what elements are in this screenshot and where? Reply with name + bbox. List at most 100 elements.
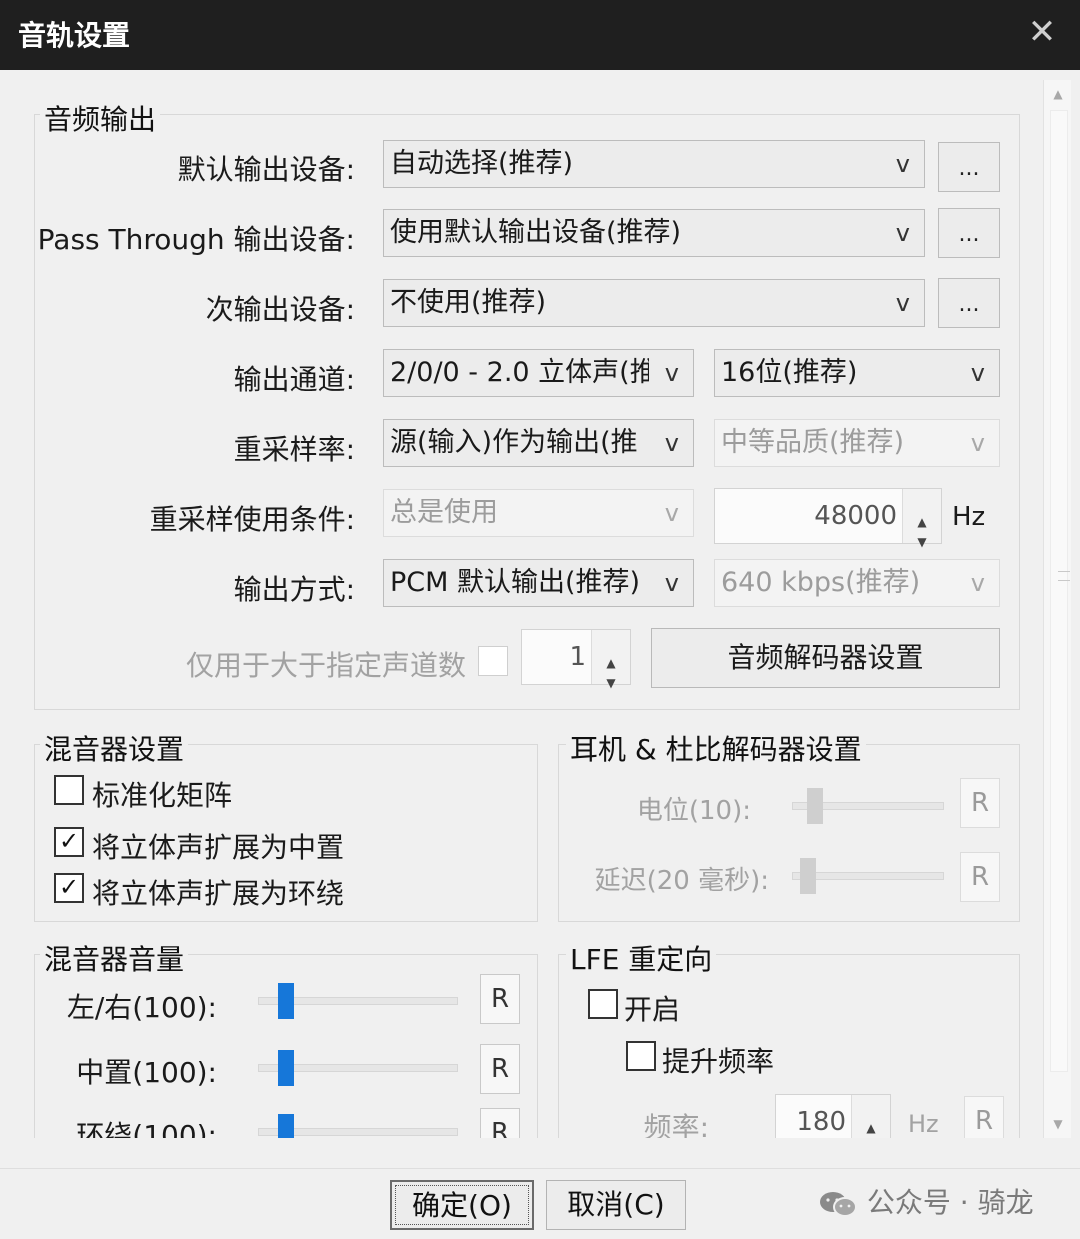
left-right-reset-button[interactable]: R <box>480 974 520 1024</box>
lfe-frequency-label: 频率: <box>643 1111 709 1138</box>
secondary-device-value: 不使用(推荐) <box>390 287 547 318</box>
left-right-label: 左/右(100): <box>66 991 217 1024</box>
level-slider-thumb[interactable] <box>807 788 824 824</box>
dialog-footer: 确定(O) 取消(C) 公众号 · 骑龙 <box>0 1168 1080 1239</box>
output-mode-select[interactable]: PCM 默认输出(推荐) v <box>383 559 694 607</box>
resample-label: 重采样率: <box>233 433 355 466</box>
bitrate-value: 640 kbps(推荐) <box>721 567 921 598</box>
min-channels-checkbox[interactable] <box>478 646 508 676</box>
chevron-down-icon: v <box>970 569 985 597</box>
resample-condition-value: 总是使用 <box>390 497 498 528</box>
lfe-boost-label: 提升频率 <box>662 1045 775 1078</box>
lfe-boost-checkbox[interactable] <box>626 1041 656 1071</box>
resample-quality-value: 中等品质(推荐) <box>721 427 905 458</box>
passthrough-device-browse-button[interactable]: ... <box>938 208 1000 258</box>
channels-select[interactable]: 2/0/0 - 2.0 立体声(推 v <box>383 349 694 397</box>
output-mode-value: PCM 默认输出(推荐) <box>390 567 641 598</box>
expand-center-checkbox[interactable]: ✓ <box>54 827 84 857</box>
passthrough-device-value: 使用默认输出设备(推荐) <box>390 217 682 248</box>
audio-output-group <box>34 114 1020 710</box>
chevron-down-icon: v <box>895 219 910 247</box>
secondary-device-label: 次输出设备: <box>205 293 355 326</box>
lfe-legend: LFE 重定向 <box>566 938 717 978</box>
expand-surround-checkbox[interactable]: ✓ <box>54 873 84 903</box>
resample-select[interactable]: 源(输入)作为输出(推 v <box>383 419 694 467</box>
watermark-text: 公众号 · 骑龙 <box>866 1186 1034 1219</box>
delay-label: 延迟(20 毫秒): <box>594 866 769 896</box>
close-icon[interactable]: ✕ <box>1022 10 1062 54</box>
title-bar <box>0 0 1080 70</box>
ok-button-label: 确定(O) <box>412 1189 512 1222</box>
spin-down-icon[interactable]: ▼ <box>592 656 630 710</box>
center-label: 中置(100): <box>76 1056 217 1089</box>
chevron-down-icon: v <box>895 289 910 317</box>
default-device-select[interactable]: 自动选择(推荐) v <box>383 140 925 188</box>
scroll-down-icon[interactable]: ▼ <box>1044 1110 1072 1138</box>
surround-reset-button[interactable]: R <box>480 1108 520 1138</box>
chevron-down-icon: v <box>970 429 985 457</box>
resample-condition-label: 重采样使用条件: <box>149 503 355 536</box>
delay-reset-button[interactable]: R <box>960 852 1000 902</box>
mixer-volume-legend: 混音器音量 <box>40 938 189 978</box>
channels-label: 输出通道: <box>233 363 355 396</box>
lfe-enable-label: 开启 <box>624 993 681 1026</box>
chevron-down-icon: v <box>664 499 679 527</box>
headphone-legend: 耳机 & 杜比解码器设置 <box>566 728 866 768</box>
cancel-button[interactable]: 取消(C) <box>546 1180 686 1230</box>
default-device-browse-button[interactable]: ... <box>938 142 1000 192</box>
scroll-thumb[interactable] <box>1050 110 1070 1072</box>
resample-condition-select[interactable]: 总是使用 v <box>383 489 694 537</box>
normalize-matrix-label: 标准化矩阵 <box>92 779 233 812</box>
chevron-down-icon: v <box>664 569 679 597</box>
bitrate-select[interactable]: 640 kbps(推荐) v <box>714 559 1000 607</box>
output-mode-label: 输出方式: <box>233 573 355 606</box>
level-label: 电位(10): <box>636 796 751 826</box>
center-reset-button[interactable]: R <box>480 1044 520 1094</box>
mixer-volume-group <box>34 954 538 1138</box>
wechat-icon <box>818 1189 858 1219</box>
secondary-device-browse-button[interactable]: ... <box>938 278 1000 328</box>
chevron-down-icon: v <box>664 359 679 387</box>
resample-value: 源(输入)作为输出(推 <box>390 427 638 458</box>
lfe-frequency-spinner[interactable]: 180 ▲▼ <box>775 1094 891 1138</box>
spin-down-icon[interactable]: ▼ <box>852 1121 890 1138</box>
window-title: 音轨设置 <box>18 19 131 52</box>
scroll-up-icon[interactable]: ▲ <box>1044 80 1072 108</box>
expand-center-label: 将立体声扩展为中置 <box>92 831 345 864</box>
sample-rate-spinner[interactable]: 48000 ▲ ▼ <box>714 488 942 549</box>
expand-surround-label: 将立体声扩展为环绕 <box>92 877 345 910</box>
min-channels-value: 1 <box>569 642 586 672</box>
sample-rate-unit: Hz <box>952 502 986 532</box>
surround-slider-thumb[interactable] <box>278 1114 294 1138</box>
scroll-grip-icon <box>1058 571 1070 581</box>
chevron-down-icon: v <box>895 150 910 178</box>
passthrough-device-select[interactable]: 使用默认输出设备(推荐) v <box>383 209 925 257</box>
audio-output-legend: 音频输出 <box>40 98 161 138</box>
center-slider-thumb[interactable] <box>278 1050 294 1086</box>
lfe-frequency-unit: Hz <box>908 1110 939 1138</box>
secondary-device-select[interactable]: 不使用(推荐) v <box>383 279 925 327</box>
mixer-settings-legend: 混音器设置 <box>40 728 189 768</box>
resample-quality-select[interactable]: 中等品质(推荐) v <box>714 419 1000 467</box>
vertical-scrollbar[interactable]: ▲ ▼ <box>1043 80 1071 1138</box>
min-channels-spinner[interactable]: 1 ▲ ▼ <box>521 629 631 690</box>
passthrough-device-label: Pass Through 输出设备: <box>37 223 355 256</box>
chevron-down-icon: v <box>664 429 679 457</box>
ok-button[interactable]: 确定(O) <box>390 1180 534 1230</box>
normalize-matrix-checkbox[interactable] <box>54 775 84 805</box>
level-reset-button[interactable]: R <box>960 778 1000 828</box>
watermark: 公众号 · 骑龙 <box>818 1181 1034 1221</box>
bit-depth-value: 16位(推荐) <box>721 357 858 388</box>
audio-decoder-settings-button[interactable]: 音频解码器设置 <box>651 628 1000 688</box>
bit-depth-select[interactable]: 16位(推荐) v <box>714 349 1000 397</box>
surround-label: 环绕(100): <box>76 1119 217 1138</box>
lfe-frequency-value: 180 <box>796 1107 846 1137</box>
lfe-frequency-reset-button[interactable]: R <box>964 1096 1004 1138</box>
settings-content: 音频输出 默认输出设备: 自动选择(推荐) v ... Pass Through … <box>0 70 1043 1138</box>
left-right-slider-thumb[interactable] <box>278 983 294 1019</box>
default-device-label: 默认输出设备: <box>177 153 355 186</box>
delay-slider-thumb[interactable] <box>799 858 816 894</box>
lfe-enable-checkbox[interactable] <box>588 989 618 1019</box>
sample-rate-value: 48000 <box>814 501 897 531</box>
channels-value: 2/0/0 - 2.0 立体声(推 <box>390 357 649 388</box>
